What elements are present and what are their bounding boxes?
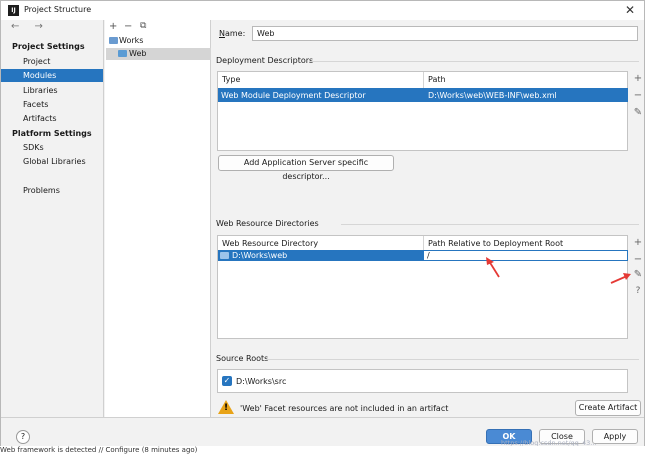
edit-resource-icon[interactable]: ✎ (633, 269, 643, 280)
column-divider (423, 236, 424, 250)
nav-item-sdks[interactable]: SDKs (23, 143, 44, 152)
platform-settings-header: Platform Settings (12, 129, 92, 138)
source-roots-title: Source Roots (216, 354, 269, 363)
remove-resource-icon[interactable]: − (633, 254, 643, 265)
add-descriptor-icon[interactable]: + (633, 73, 643, 84)
help-resource-icon[interactable]: ? (633, 286, 643, 296)
column-header-relative-path[interactable]: Path Relative to Deployment Root (428, 239, 563, 248)
project-structure-window: IJ Project Structure ✕ ← → Project Setti… (0, 0, 645, 449)
tree-item-works[interactable]: Works (119, 36, 143, 45)
add-icon[interactable]: + (109, 21, 117, 32)
nav-item-libraries[interactable]: Libraries (23, 86, 58, 95)
source-root-path: D:\Works\src (236, 377, 287, 386)
warning-text: 'Web' Facet resources are not included i… (240, 404, 449, 413)
close-icon[interactable]: ✕ (625, 3, 635, 17)
ide-status-bar: Web framework is detected // Configure (… (0, 446, 650, 455)
name-input[interactable]: Web (252, 26, 638, 41)
group-divider (341, 224, 639, 225)
add-server-descriptor-button[interactable]: Add Application Server specific descript… (218, 155, 394, 181)
nav-item-artifacts[interactable]: Artifacts (23, 114, 57, 123)
nav-item-global-libraries[interactable]: Global Libraries (23, 157, 86, 166)
create-artifact-button[interactable]: Create Artifact (575, 400, 641, 416)
column-header-type[interactable]: Type (222, 75, 240, 84)
back-forward-icons[interactable]: ← → (11, 21, 49, 32)
deployment-descriptors-title: Deployment Descriptors (216, 56, 314, 65)
edit-descriptor-icon[interactable]: ✎ (633, 107, 643, 118)
copy-icon[interactable]: ⧉ (140, 21, 146, 31)
module-tree (105, 20, 211, 417)
folder-icon (109, 37, 118, 44)
name-label-text: ame: (224, 29, 246, 38)
relative-path-input[interactable]: / (423, 250, 628, 261)
help-icon[interactable]: ? (16, 430, 30, 444)
relative-path-value: / (427, 251, 430, 260)
nav-item-problems[interactable]: Problems (23, 186, 60, 195)
remove-descriptor-icon[interactable]: − (633, 90, 643, 101)
window-title: Project Structure (24, 5, 92, 14)
group-divider (309, 61, 639, 62)
name-input-value: Web (257, 29, 275, 38)
nav-item-modules[interactable]: Modules (23, 71, 56, 80)
table-row[interactable]: Web Module Deployment Descriptor D:\Work… (218, 88, 628, 102)
nav-item-facets[interactable]: Facets (23, 100, 48, 109)
column-header-path[interactable]: Path (428, 75, 446, 84)
source-root-checkbox[interactable]: ✓ (222, 376, 232, 386)
nav-item-project[interactable]: Project (23, 57, 50, 66)
descriptor-type: Web Module Deployment Descriptor (221, 91, 366, 100)
warning-exclamation: ! (224, 403, 229, 413)
column-divider (423, 72, 424, 88)
status-text[interactable]: Web framework is detected // Configure (… (0, 446, 197, 454)
intellij-app-icon: IJ (8, 5, 19, 16)
web-facet-icon (118, 50, 127, 57)
apply-button[interactable]: Apply (592, 429, 638, 444)
remove-icon[interactable]: − (124, 21, 132, 32)
folder-icon (220, 252, 229, 259)
group-divider (267, 359, 639, 360)
project-settings-header: Project Settings (12, 42, 85, 51)
tree-item-web[interactable]: Web (129, 49, 146, 58)
add-resource-icon[interactable]: + (633, 237, 643, 248)
resource-dir: D:\Works\web (232, 251, 288, 260)
annotation-arrow-icon (610, 273, 631, 284)
column-header-web-resource-directory[interactable]: Web Resource Directory (222, 239, 318, 248)
descriptor-path: D:\Works\web\WEB-INF\web.xml (428, 91, 557, 100)
web-resource-directories-title: Web Resource Directories (216, 219, 319, 228)
title-bar: IJ Project Structure ✕ (1, 1, 644, 20)
name-label: Name: (219, 29, 245, 38)
annotation-arrow-icon (486, 257, 500, 278)
